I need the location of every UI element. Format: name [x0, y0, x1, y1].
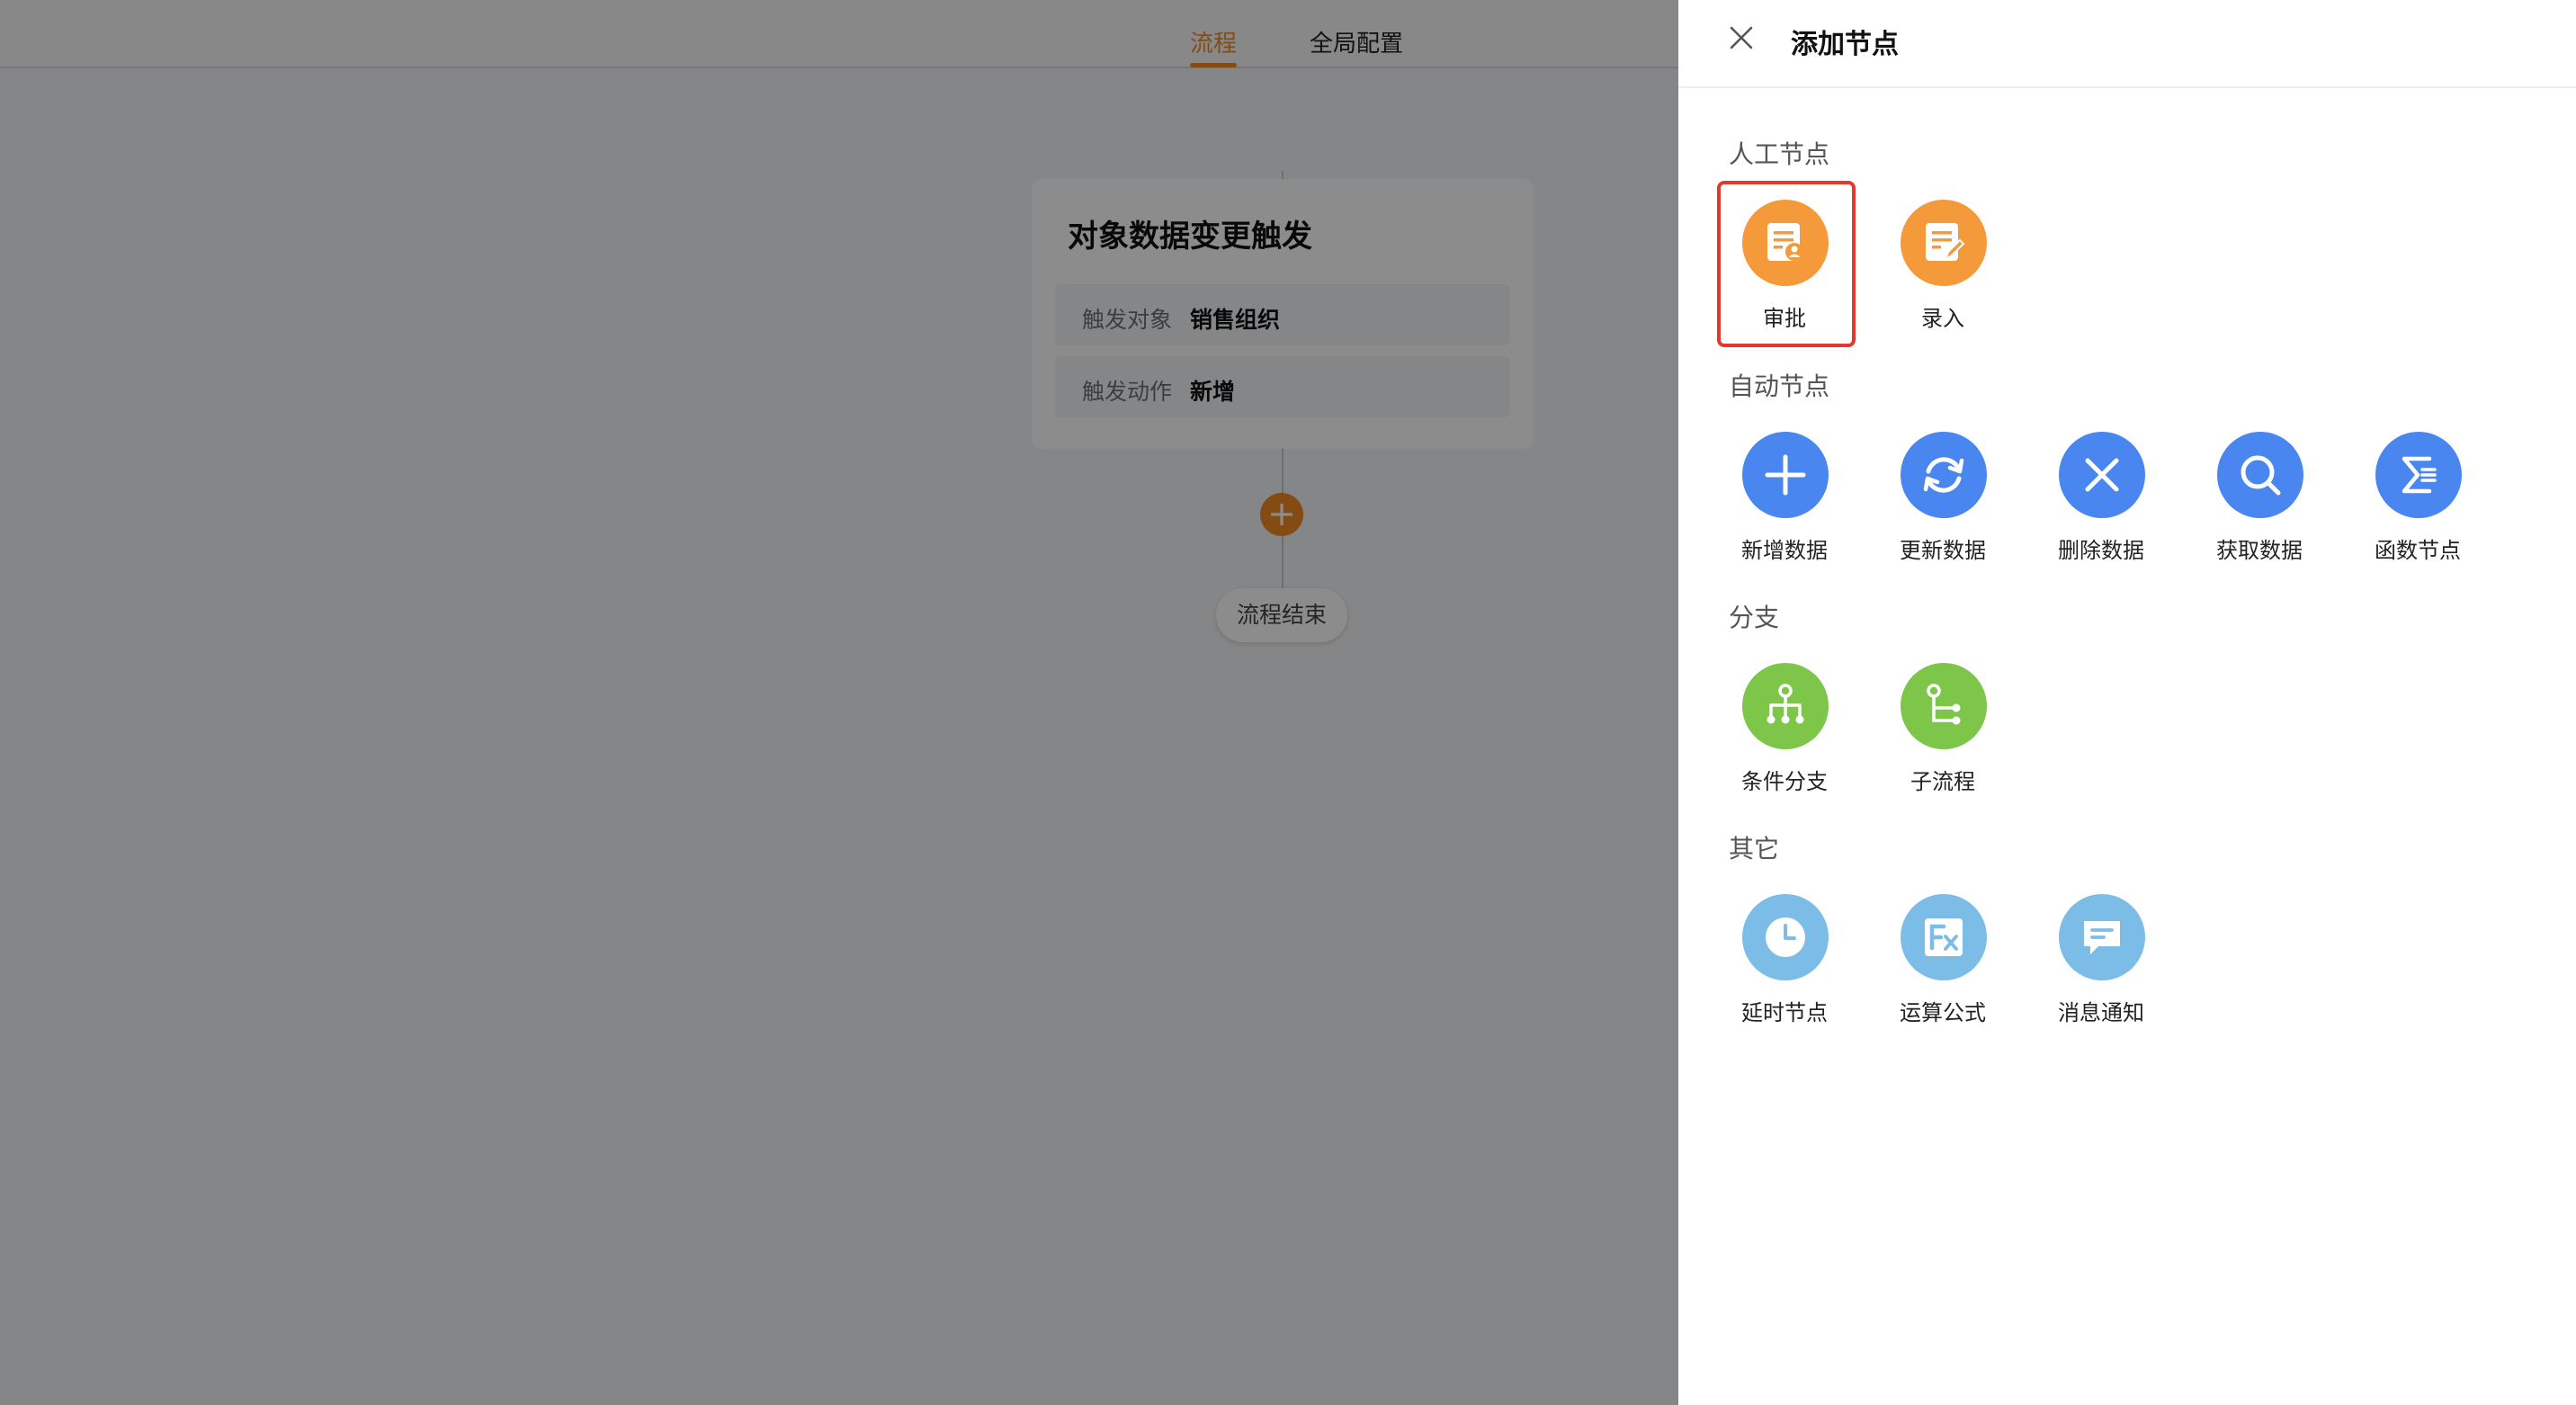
- search-icon: [2241, 455, 2281, 496]
- node-update-data[interactable]: 更新数据: [1875, 432, 2010, 576]
- sigma-icon: [2402, 456, 2437, 494]
- node-function[interactable]: 函数节点: [2350, 432, 2485, 576]
- node-message[interactable]: 消息通知: [2034, 894, 2169, 1038]
- section-label-other: 其它: [1729, 834, 1780, 864]
- node-add-data[interactable]: 新增数据: [1717, 432, 1852, 576]
- section-label-auto: 自动节点: [1729, 371, 1830, 401]
- node-label: 删除数据: [2058, 538, 2144, 563]
- refresh-icon: [1923, 457, 1964, 493]
- node-formula[interactable]: 运算公式: [1875, 894, 2010, 1038]
- node-label: 消息通知: [2058, 1000, 2144, 1025]
- drawer-header: 添加节点: [1678, 0, 2576, 88]
- subprocess-icon: [1927, 684, 1961, 725]
- close-icon[interactable]: [1727, 23, 1756, 52]
- node-label: 录入: [1921, 306, 1964, 331]
- node-label: 新增数据: [1741, 538, 1828, 563]
- node-delay[interactable]: 延时节点: [1717, 894, 1852, 1038]
- node-label: 更新数据: [1900, 538, 1986, 563]
- highlight-box: [1717, 181, 1856, 347]
- plus-icon: [1765, 454, 1806, 496]
- drawer-title: 添加节点: [1791, 29, 1899, 60]
- node-label: 函数节点: [2375, 538, 2461, 563]
- branch-icon: [1767, 684, 1804, 724]
- node-label: 子流程: [1910, 769, 1975, 794]
- node-condition-branch[interactable]: 条件分支: [1717, 663, 1852, 807]
- node-label: 条件分支: [1741, 769, 1828, 794]
- node-entry[interactable]: 录入: [1875, 200, 2010, 344]
- delete-icon: [2085, 458, 2119, 492]
- entry-icon: [1926, 223, 1965, 262]
- modal-overlay[interactable]: [0, 0, 1678, 1405]
- section-label-manual: 人工节点: [1729, 139, 1830, 169]
- node-get-data[interactable]: 获取数据: [2192, 432, 2327, 576]
- section-label-branch: 分支: [1729, 603, 1780, 632]
- node-label: 获取数据: [2216, 538, 2303, 563]
- node-subprocess[interactable]: 子流程: [1875, 663, 2010, 807]
- node-label: 运算公式: [1900, 1000, 1986, 1025]
- node-delete-data[interactable]: 删除数据: [2034, 432, 2169, 576]
- node-label: 延时节点: [1741, 1000, 1828, 1025]
- message-icon: [2084, 921, 2120, 954]
- clock-icon: [1766, 917, 1805, 957]
- formula-icon: [1925, 918, 1963, 956]
